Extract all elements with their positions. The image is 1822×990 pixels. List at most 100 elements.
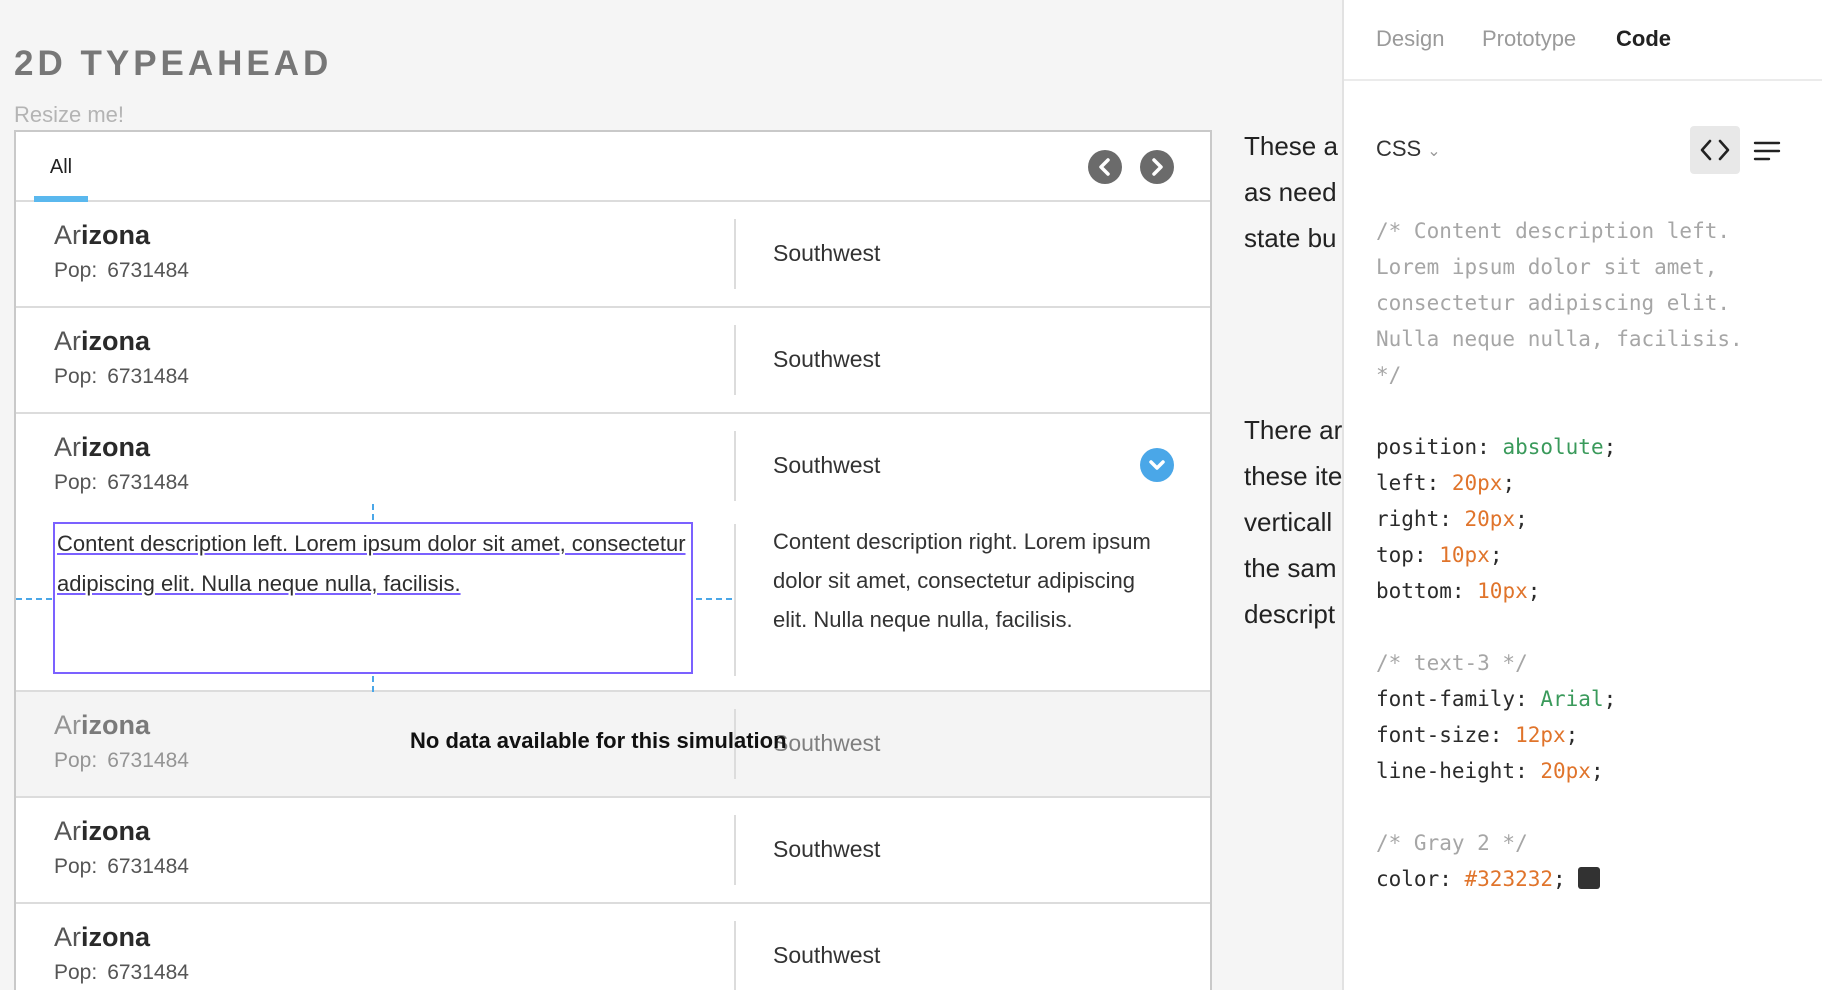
pop-value: 6731484 xyxy=(107,471,189,494)
column-divider xyxy=(734,325,736,395)
result-row[interactable]: Arizona Pop: 6731484 Southwest xyxy=(16,798,1210,904)
pop-label: Pop: xyxy=(54,259,98,282)
language-value: CSS xyxy=(1376,136,1422,161)
tab-design[interactable]: Design xyxy=(1376,26,1444,52)
region: Southwest xyxy=(773,942,881,968)
css-property: position xyxy=(1376,435,1478,459)
name-prefix: Ar xyxy=(54,326,81,356)
name-prefix: Ar xyxy=(54,220,81,250)
state-name: Arizona xyxy=(54,710,150,741)
population: Pop: 6731484 xyxy=(54,749,189,773)
resize-hint: Resize me! xyxy=(14,102,125,127)
content-description-right: Content description right. Lorem ipsum d… xyxy=(773,529,1151,632)
population: Pop: 6731484 xyxy=(54,471,189,495)
column-divider xyxy=(734,431,736,501)
side-paragraph-2: There ar these ite verticall the sam des… xyxy=(1244,415,1342,629)
region: Southwest xyxy=(773,836,881,862)
css-property: font-family xyxy=(1376,687,1516,711)
tab-code[interactable]: Code xyxy=(1616,26,1671,52)
region: Southwest xyxy=(773,346,881,372)
text-lines-icon xyxy=(1753,141,1781,161)
state-name: Arizona xyxy=(54,326,150,357)
css-property: line-height xyxy=(1376,759,1516,783)
name-prefix: Ar xyxy=(54,816,81,846)
css-property: left xyxy=(1376,471,1427,495)
language-select[interactable]: CSS ⌄ xyxy=(1376,136,1441,162)
css-property: color xyxy=(1376,867,1440,891)
pop-value: 6731484 xyxy=(107,749,189,772)
spacing-guide-bottom xyxy=(372,676,374,692)
pop-value: 6731484 xyxy=(107,365,189,388)
column-divider xyxy=(734,815,736,885)
region: Southwest xyxy=(773,240,881,266)
code-comment: */ xyxy=(1376,363,1402,387)
column-divider xyxy=(734,219,736,289)
name-prefix: Ar xyxy=(54,710,81,740)
content-description-left[interactable]: Content description left. Lorem ipsum do… xyxy=(53,522,693,674)
code-comment: Lorem ipsum dolor sit amet, xyxy=(1376,255,1718,279)
result-row[interactable]: Arizona Pop: 6731484 Southwest xyxy=(16,202,1210,308)
pop-label: Pop: xyxy=(54,471,98,494)
css-value: 20px xyxy=(1451,471,1503,495)
code-comment: /* Gray 2 */ xyxy=(1376,831,1528,855)
name-prefix: Ar xyxy=(54,432,81,462)
name-prefix: Ar xyxy=(54,922,81,952)
population: Pop: 6731484 xyxy=(54,259,189,283)
css-value: 10px xyxy=(1439,543,1490,567)
css-value: #323232 xyxy=(1464,867,1554,891)
tab-bar: All xyxy=(16,132,1210,202)
result-row[interactable]: Arizona Pop: 6731484 Southwest xyxy=(16,904,1210,990)
pop-value: 6731484 xyxy=(107,259,189,282)
list-view-button[interactable] xyxy=(1752,136,1782,166)
spacing-guide-left xyxy=(16,598,52,600)
chevron-down-icon: ⌄ xyxy=(1427,143,1441,160)
region: Southwest xyxy=(773,452,881,478)
spacing-guide-right xyxy=(696,598,732,600)
pop-label: Pop: xyxy=(54,855,98,878)
css-value: 12px xyxy=(1515,723,1566,747)
state-name: Arizona xyxy=(54,432,150,463)
result-row-disabled[interactable]: Arizona Pop: 6731484 Southwest No data av… xyxy=(16,692,1210,798)
prev-page-button[interactable] xyxy=(1088,150,1122,184)
css-property: bottom xyxy=(1376,579,1452,603)
collapse-toggle-button[interactable] xyxy=(1140,448,1174,482)
tab-all[interactable]: All xyxy=(34,132,88,202)
code-comment: /* Content description left. xyxy=(1376,219,1731,243)
code-comment: /* text-3 */ xyxy=(1376,651,1528,675)
column-divider xyxy=(734,524,736,676)
tab-prototype[interactable]: Prototype xyxy=(1482,26,1576,52)
name-match-highlight: izona xyxy=(81,922,151,952)
css-value: 20px xyxy=(1464,507,1516,531)
name-match-highlight: izona xyxy=(81,326,151,356)
color-swatch[interactable] xyxy=(1578,867,1601,889)
side-paragraph-1: These a as need state bu xyxy=(1244,131,1338,253)
pop-value: 6731484 xyxy=(107,855,189,878)
css-value: 10px xyxy=(1477,579,1528,603)
pop-value: 6731484 xyxy=(107,961,189,984)
no-data-message: No data available for this simulation xyxy=(410,728,787,753)
inspector-panel: Design Prototype Code CSS ⌄ /* Content de… xyxy=(1342,0,1822,990)
css-property: right xyxy=(1376,507,1440,531)
state-name: Arizona xyxy=(54,922,150,953)
result-row-expanded[interactable]: Arizona Pop: 6731484 Southwest Content de… xyxy=(16,414,1210,692)
population: Pop: 6731484 xyxy=(54,961,189,985)
typeahead-component: All Arizona Pop: 6731484 Southwest Arizon… xyxy=(14,130,1212,990)
spacing-guide-top xyxy=(372,504,374,520)
code-comment: consectetur adipiscing elit. xyxy=(1376,291,1731,315)
code-comment: Nulla neque nulla, facilisis. xyxy=(1376,327,1743,351)
chevron-right-icon xyxy=(1152,158,1163,176)
result-row[interactable]: Arizona Pop: 6731484 Southwest xyxy=(16,308,1210,414)
next-page-button[interactable] xyxy=(1140,150,1174,184)
pop-label: Pop: xyxy=(54,961,98,984)
pop-label: Pop: xyxy=(54,365,98,388)
population: Pop: 6731484 xyxy=(54,365,189,389)
chevron-left-icon xyxy=(1099,158,1110,176)
code-view-button[interactable] xyxy=(1690,126,1740,174)
pop-label: Pop: xyxy=(54,749,98,772)
css-value: absolute xyxy=(1502,435,1604,459)
description-left-text: Content description left. Lorem ipsum do… xyxy=(57,531,686,596)
css-property: font-size xyxy=(1376,723,1490,747)
column-divider xyxy=(734,921,736,990)
state-name: Arizona xyxy=(54,816,150,847)
name-match-highlight: izona xyxy=(81,816,151,846)
